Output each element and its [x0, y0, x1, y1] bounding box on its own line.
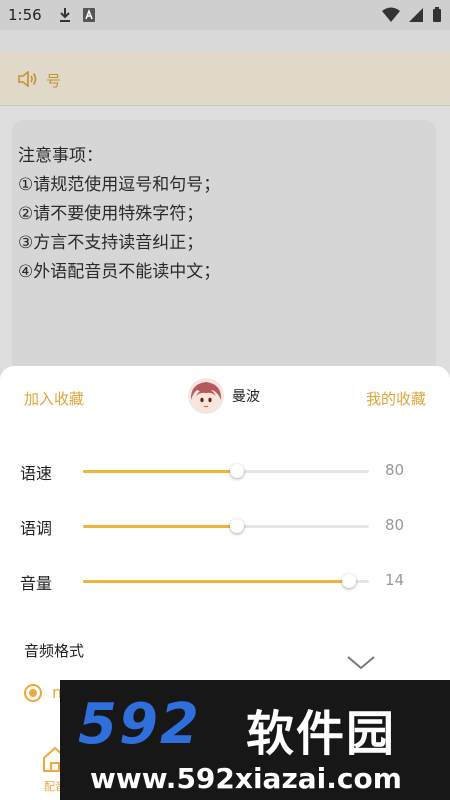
text-a-icon — [83, 8, 95, 22]
header-strip — [0, 30, 450, 52]
status-bar: 1:56 — [0, 0, 450, 30]
avatar — [188, 378, 224, 414]
speed-slider-thumb[interactable] — [230, 464, 245, 478]
speed-slider-row: 语速 80 — [0, 456, 450, 486]
notes-line: ①请规范使用逗号和句号； — [18, 175, 221, 195]
speed-value: 80 — [385, 461, 405, 479]
pitch-slider-fill — [83, 525, 238, 528]
pitch-slider-thumb[interactable] — [230, 519, 245, 533]
watermark: 592 软件园 www.592xiazai.com — [60, 680, 450, 800]
sheet-header: 加入收藏 曼波 我的收藏 — [0, 366, 450, 428]
notes-line: 注意事项： — [18, 146, 103, 166]
wifi-icon — [382, 7, 400, 22]
format-radio[interactable] — [24, 684, 42, 702]
pitch-value: 80 — [385, 516, 405, 534]
pitch-label: 语调 — [20, 519, 53, 538]
voice-select-bar[interactable]: 号 — [0, 52, 450, 106]
chevron-down-icon[interactable] — [346, 654, 376, 670]
volume-slider[interactable] — [83, 574, 369, 588]
volume-slider-thumb[interactable] — [341, 574, 356, 588]
speed-slider-fill — [83, 470, 238, 473]
volume-value: 14 — [385, 571, 405, 589]
download-icon — [60, 8, 70, 22]
volume-slider-fill — [83, 580, 349, 583]
pitch-slider-row: 语调 80 — [0, 511, 450, 541]
battery-icon — [433, 7, 441, 22]
speed-label: 语速 — [20, 464, 53, 483]
notes-line: ③方言不支持读音纠正； — [18, 233, 204, 253]
my-favorites-button[interactable]: 我的收藏 — [366, 388, 426, 409]
watermark-url: www.592xiazai.com — [90, 762, 402, 795]
volume-slider-row: 音量 14 — [0, 566, 450, 596]
voice-profile[interactable]: 曼波 — [188, 378, 260, 414]
notes-line: ④外语配音员不能读中文； — [18, 262, 221, 282]
pitch-slider[interactable] — [83, 519, 369, 533]
watermark-logo: 592 — [78, 692, 201, 757]
watermark-logo-text: 软件园 — [246, 706, 397, 762]
speed-slider[interactable] — [83, 464, 369, 478]
signal-icon — [409, 8, 423, 22]
notes-line: ②请不要使用特殊字符； — [18, 204, 204, 224]
speaker-icon — [18, 71, 37, 87]
add-favorite-button[interactable]: 加入收藏 — [24, 388, 84, 409]
status-time: 1:56 — [8, 6, 42, 24]
voice-name: 曼波 — [232, 389, 260, 405]
voice-bar-label: 号 — [46, 72, 62, 90]
status-icons-right — [382, 7, 442, 23]
audio-format-title: 音频格式 — [24, 642, 85, 660]
volume-label: 音量 — [20, 574, 53, 593]
status-icons-left — [58, 7, 96, 23]
notes-text: 注意事项： ①请规范使用逗号和句号； ②请不要使用特殊字符； ③方言不支持读音纠… — [18, 142, 220, 287]
